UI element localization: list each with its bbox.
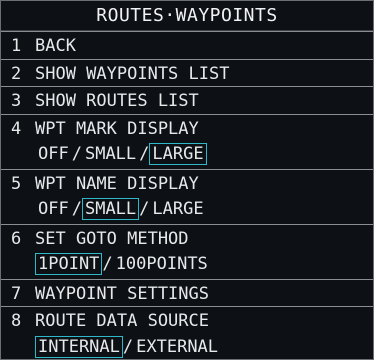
option-internal-selected[interactable]: INTERNAL bbox=[35, 335, 123, 358]
wpt-name-display-options: OFF / SMALL / LARGE bbox=[1, 196, 373, 224]
menu-item-wpt-name-display[interactable]: 5 WPT NAME DISPLAY bbox=[1, 168, 373, 197]
menu-item-number: 8 bbox=[11, 311, 22, 331]
option-small-selected[interactable]: SMALL bbox=[81, 198, 140, 220]
menu-item-label: ROUTE DATA SOURCE bbox=[35, 311, 209, 331]
menu-item-show-routes-list[interactable]: 3 SHOW ROUTES LIST bbox=[1, 86, 373, 114]
option-large-selected[interactable]: LARGE bbox=[149, 143, 207, 165]
menu-title: ROUTES·WAYPOINTS bbox=[1, 1, 373, 31]
option-small[interactable]: SMALL bbox=[82, 143, 139, 165]
option-off[interactable]: OFF bbox=[35, 198, 72, 220]
routes-waypoints-menu: ROUTES·WAYPOINTS 1 BACK 2 SHOW WAYPOINTS… bbox=[0, 0, 374, 360]
option-external[interactable]: EXTERNAL bbox=[133, 336, 221, 358]
menu-item-label: BACK bbox=[35, 36, 76, 56]
menu-item-back[interactable]: 1 BACK bbox=[1, 31, 373, 59]
menu-item-label: SHOW WAYPOINTS LIST bbox=[35, 63, 230, 84]
menu-item-wpt-mark-display[interactable]: 4 WPT MARK DISPLAY bbox=[1, 113, 373, 142]
menu-item-label: WAYPOINT SETTINGS bbox=[35, 283, 209, 304]
menu-item-number: 5 bbox=[11, 173, 22, 194]
option-1point-selected[interactable]: 1POINT bbox=[35, 253, 103, 275]
menu-item-number: 3 bbox=[11, 91, 22, 111]
menu-item-number: 7 bbox=[11, 283, 22, 304]
route-data-source-options: INTERNAL / EXTERNAL bbox=[1, 334, 373, 362]
set-goto-method-options: 1POINT/100POINTS bbox=[1, 251, 373, 279]
menu-item-number: 6 bbox=[11, 228, 22, 249]
option-separator: / bbox=[139, 144, 150, 164]
menu-item-waypoint-settings[interactable]: 7 WAYPOINT SETTINGS bbox=[1, 278, 373, 307]
menu-item-label: SHOW ROUTES LIST bbox=[35, 91, 199, 111]
option-separator: / bbox=[122, 336, 134, 357]
menu-item-number: 2 bbox=[11, 63, 22, 84]
option-separator: / bbox=[102, 254, 113, 274]
option-separator: / bbox=[71, 199, 82, 219]
menu-item-number: 4 bbox=[11, 118, 22, 139]
menu-item-route-data-source[interactable]: 8 ROUTE DATA SOURCE bbox=[1, 306, 373, 334]
menu-item-label: WPT MARK DISPLAY bbox=[35, 118, 199, 139]
menu-item-show-waypoints-list[interactable]: 2 SHOW WAYPOINTS LIST bbox=[1, 58, 373, 87]
wpt-mark-display-options: OFF / SMALL / LARGE bbox=[1, 141, 373, 169]
menu-item-number: 1 bbox=[11, 36, 22, 56]
menu-item-label: SET GOTO METHOD bbox=[35, 228, 189, 249]
option-separator: / bbox=[71, 144, 82, 164]
menu-item-label: WPT NAME DISPLAY bbox=[35, 173, 199, 194]
option-off[interactable]: OFF bbox=[35, 143, 72, 165]
option-large[interactable]: LARGE bbox=[149, 198, 206, 220]
menu-item-set-goto-method[interactable]: 6 SET GOTO METHOD bbox=[1, 223, 373, 252]
option-separator: / bbox=[139, 199, 150, 219]
option-100points[interactable]: 100POINTS bbox=[113, 253, 211, 275]
